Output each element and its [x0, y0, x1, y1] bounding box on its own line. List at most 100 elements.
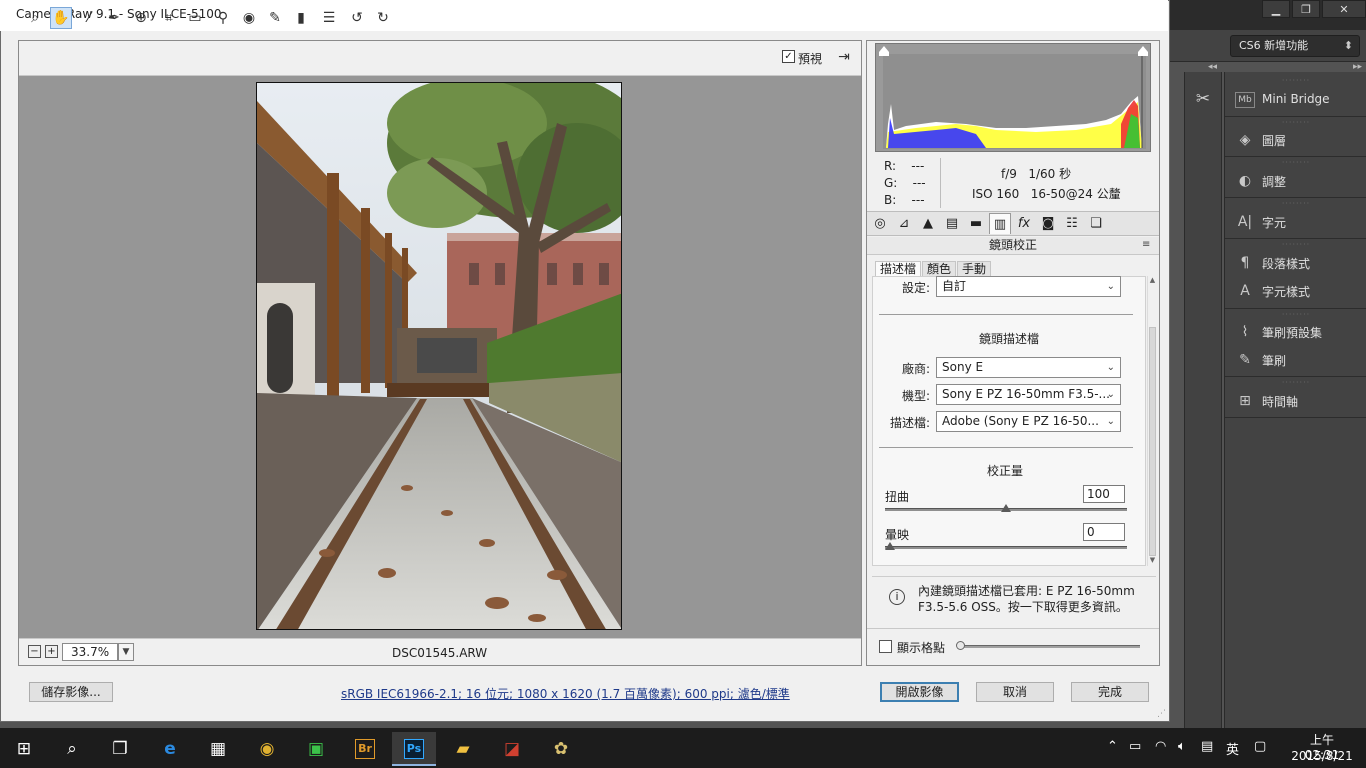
collapse-panels-icon[interactable]: ◂◂	[1208, 62, 1217, 72]
vignetting-field[interactable]: 0	[1083, 523, 1125, 541]
presets-tab-icon[interactable]: ☷	[1061, 213, 1083, 234]
split-toning-tab-icon[interactable]: ▬	[965, 213, 987, 234]
tray-device-icon[interactable]: ▭	[1129, 739, 1141, 754]
collapse-dock-icon[interactable]: ▸▸	[1353, 62, 1362, 72]
photoshop-window-controls: ▁ ❐ ✕	[1262, 0, 1366, 18]
zoom-out-button[interactable]: −	[28, 645, 41, 658]
fullscreen-icon[interactable]: ⇥	[834, 48, 854, 66]
zoom-level-field[interactable]: 33.7%	[62, 643, 118, 661]
volume-icon[interactable]: 🔈︎	[1178, 739, 1186, 754]
snapshots-tab-icon[interactable]: ❏	[1085, 213, 1107, 234]
photoshop-icon[interactable]: Ps	[392, 732, 436, 766]
red-eye-icon[interactable]: ◉	[238, 7, 260, 29]
scroll-up-icon[interactable]: ▲	[1148, 276, 1157, 286]
white-balance-icon[interactable]: ⁄	[78, 7, 100, 29]
effects-tab-icon[interactable]: fx	[1013, 213, 1035, 234]
save-image-button[interactable]: 儲存影像...	[29, 682, 113, 702]
vignetting-slider-track[interactable]	[885, 546, 1127, 549]
graduated-filter-icon[interactable]: ▮	[290, 7, 312, 29]
panel-grip[interactable]: ········	[1225, 311, 1366, 319]
photo-preview[interactable]	[256, 82, 622, 630]
workspace-switcher[interactable]: CS6 新增功能 ⬍	[1230, 35, 1360, 57]
explorer-icon[interactable]: ▰	[441, 732, 485, 766]
open-image-button[interactable]: 開啟影像	[880, 682, 959, 702]
cancel-button[interactable]: 取消	[976, 682, 1054, 702]
app-icon[interactable]: ◪	[490, 732, 534, 766]
scroll-down-icon[interactable]: ▼	[1148, 556, 1157, 566]
close-icon[interactable]: ✕	[1322, 0, 1366, 18]
chevron-down-icon[interactable]: ▼	[118, 643, 134, 661]
ime-indicator[interactable]: 英	[1226, 739, 1239, 758]
show-grid-checkbox[interactable]	[879, 640, 892, 653]
scroll-thumb[interactable]	[1149, 327, 1156, 556]
info-message[interactable]: 內建鏡頭描述檔已套用: E PZ 16-50mm F3.5-5.6 OSS。按一…	[918, 583, 1148, 615]
panel-grip[interactable]: ········	[1225, 77, 1366, 85]
start-icon[interactable]: ⊞	[2, 732, 46, 766]
make-select[interactable]: Sony E ⌄	[936, 357, 1121, 378]
bridge-icon[interactable]: Br	[343, 732, 387, 766]
rotate-ccw-icon[interactable]: ↺	[346, 7, 368, 29]
rotate-cw-icon[interactable]: ↻	[372, 7, 394, 29]
adjustment-brush-icon[interactable]: ✎	[264, 7, 286, 29]
spot-removal-icon[interactable]: ⚲	[212, 7, 234, 29]
target-adjust-icon[interactable]: ⊕	[130, 7, 152, 29]
section-title: 鏡頭校正	[867, 237, 1159, 255]
hand-icon[interactable]: ✋	[50, 7, 72, 29]
crop-icon[interactable]: ⌗	[158, 7, 180, 29]
zoom-in-button[interactable]: +	[45, 645, 58, 658]
wifi-icon[interactable]: ◠	[1155, 739, 1166, 754]
subtab-profile[interactable]: 描述檔	[875, 261, 922, 276]
subtab-color[interactable]: 顏色	[922, 261, 957, 276]
preview-label: 預視	[798, 52, 823, 66]
model-select[interactable]: Sony E PZ 16-50mm F3.5-... ⌄	[936, 384, 1121, 405]
done-button[interactable]: 完成	[1071, 682, 1149, 702]
search-icon[interactable]: ⌕	[50, 732, 94, 766]
camera-calibration-tab-icon[interactable]: ◙	[1037, 213, 1059, 234]
zoom-icon[interactable]: ⌕	[24, 7, 46, 29]
distortion-field[interactable]: 100	[1083, 485, 1125, 503]
lens-profile-heading: 鏡頭描述檔	[978, 332, 1039, 346]
line-icon[interactable]: ▣	[294, 732, 338, 766]
grid-size-thumb[interactable]	[956, 641, 965, 650]
lens-corrections-tab-icon[interactable]: ▥	[989, 213, 1011, 234]
edge-icon[interactable]: e	[148, 732, 192, 766]
panel-menu-icon[interactable]: ≡	[1142, 239, 1150, 250]
paint-icon[interactable]: ✿	[539, 732, 583, 766]
workflow-options-link[interactable]: sRGB IEC61966-2.1; 16 位元; 1080 x 1620 (1…	[341, 685, 790, 702]
color-sampler-icon[interactable]: ✒	[103, 7, 125, 29]
tools-icon[interactable]: ✂	[1192, 88, 1214, 110]
profile-select[interactable]: Adobe (Sony E PZ 16-50... ⌄	[936, 411, 1121, 432]
basic-tab-icon[interactable]: ◎	[869, 213, 891, 234]
preferences-icon[interactable]: ☰	[318, 7, 340, 29]
lens-subtabs: 描述檔 顏色 手動	[875, 261, 992, 276]
panel-grip[interactable]: ········	[1225, 241, 1366, 249]
distortion-slider-thumb[interactable]	[1001, 504, 1011, 512]
subtab-manual[interactable]: 手動	[957, 261, 992, 276]
panel-grip[interactable]: ········	[1225, 379, 1366, 387]
preview-checkbox[interactable]: ✓	[782, 50, 795, 63]
show-grid-label: 顯示格點	[897, 641, 946, 655]
vignetting-label: 暈映	[885, 528, 910, 542]
panel-grip[interactable]: ········	[1225, 200, 1366, 208]
panel-grip[interactable]: ········	[1225, 119, 1366, 127]
panel-grip[interactable]: ········	[1225, 159, 1366, 167]
straighten-icon[interactable]: ▭	[184, 7, 206, 29]
setup-select[interactable]: 自訂 ⌄	[936, 276, 1121, 297]
task-view-icon[interactable]: ❐	[98, 732, 142, 766]
tray-expand-icon[interactable]: ⌃	[1107, 739, 1118, 754]
restore-icon[interactable]: ❐	[1292, 0, 1320, 18]
resize-grip-icon[interactable]: ⋰	[1157, 709, 1166, 719]
tone-curve-tab-icon[interactable]: ⊿	[893, 213, 915, 234]
store-icon[interactable]: ▦	[196, 732, 240, 766]
detail-tab-icon[interactable]: ▲	[917, 213, 939, 234]
vignetting-slider-thumb[interactable]	[885, 542, 895, 550]
hsl-tab-icon[interactable]: ▤	[941, 213, 963, 234]
notification-message-icon[interactable]: ▤	[1201, 739, 1213, 754]
minimize-icon[interactable]: ▁	[1262, 0, 1290, 18]
clock-date[interactable]: 2015/8/21	[1286, 749, 1358, 763]
chevron-down-icon: ⬍	[1343, 39, 1353, 52]
grid-size-slider[interactable]	[958, 645, 1140, 648]
chrome-icon[interactable]: ◉	[245, 732, 289, 766]
panel-label: 段落樣式	[1262, 257, 1311, 271]
ime-mode-icon[interactable]: ▢	[1254, 739, 1266, 754]
